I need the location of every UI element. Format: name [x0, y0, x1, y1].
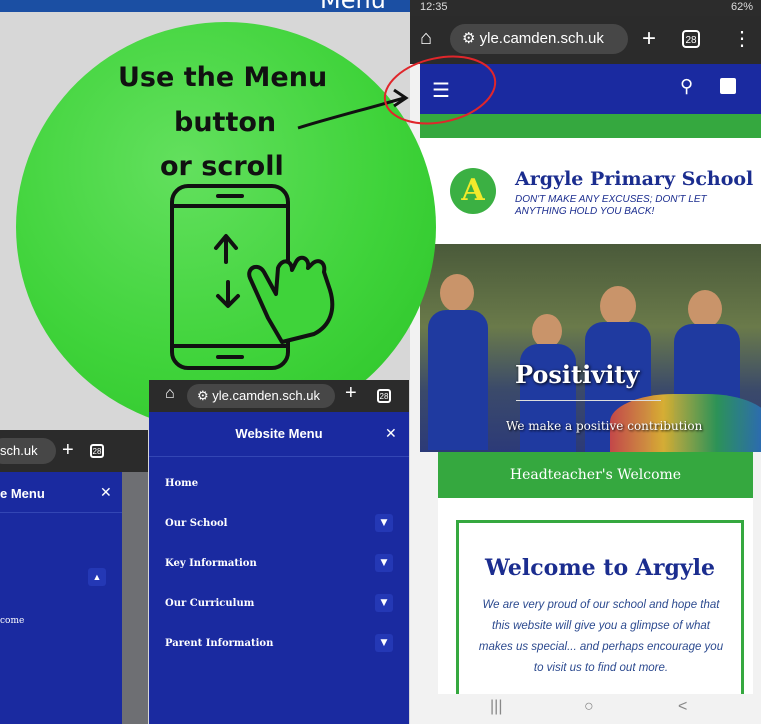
- school-logo[interactable]: A: [450, 168, 496, 214]
- menu-item-parent-information[interactable]: Parent Information ▼: [149, 626, 409, 664]
- status-bar: 12:35 62%: [410, 0, 761, 16]
- submenu-panel: e Menu ✕ ▲ come: [0, 472, 122, 724]
- menu-title: Website Menu: [235, 426, 323, 441]
- phone-screenshot-menu: ⌂ ⚙ yle.camden.sch.uk + 28 Website Menu …: [149, 380, 409, 724]
- instruction-line-2: button: [174, 107, 277, 138]
- chevron-down-icon[interactable]: ▼: [375, 594, 393, 612]
- home-button[interactable]: ○: [584, 698, 594, 716]
- welcome-box: Welcome to Argyle We are very proud of o…: [456, 520, 744, 700]
- home-icon[interactable]: ⌂: [165, 385, 175, 403]
- school-header: A Argyle Primary School DON'T MAKE ANY E…: [420, 138, 761, 244]
- address-bar-left[interactable]: sch.uk: [0, 438, 56, 464]
- hero-divider: [516, 400, 661, 401]
- new-tab-button[interactable]: +: [62, 439, 74, 462]
- instruction-line-3: or scroll: [160, 151, 284, 182]
- translate-icon[interactable]: [720, 78, 736, 94]
- browser-toolbar: ⌂ ⚙ yle.camden.sch.uk + 28 ⋮: [410, 16, 761, 64]
- hero-image: Positivity We make a positive contributi…: [420, 244, 761, 452]
- back-button[interactable]: <: [678, 698, 687, 716]
- headteacher-welcome-link[interactable]: Headteacher's Welcome: [438, 452, 753, 498]
- recents-button[interactable]: |||: [490, 698, 502, 716]
- welcome-section: Welcome to Argyle We are very proud of o…: [438, 498, 753, 700]
- menu-item-key-information[interactable]: Key Information ▼: [149, 546, 409, 584]
- tabs-icon[interactable]: 28: [90, 444, 104, 458]
- divider: [0, 512, 122, 513]
- hero-subtitle: We make a positive contribution: [506, 419, 703, 433]
- close-icon[interactable]: ✕: [100, 484, 112, 501]
- tabs-icon[interactable]: 28: [682, 30, 700, 48]
- android-nav-bar: ||| ○ <: [438, 694, 761, 724]
- welcome-title: Welcome to Argyle: [485, 555, 715, 581]
- chevron-down-icon[interactable]: ▼: [375, 554, 393, 572]
- banner-title: Menu: [320, 0, 386, 14]
- browser-toolbar-left: sch.uk + 28: [0, 430, 148, 472]
- home-icon[interactable]: ⌂: [420, 27, 432, 50]
- address-text: yle.camden.sch.uk: [212, 388, 320, 403]
- school-tagline: DON'T MAKE ANY EXCUSES; DON'T LET ANYTHI…: [515, 194, 707, 217]
- menu-item-our-curriculum[interactable]: Our Curriculum ▼: [149, 586, 409, 624]
- chevron-down-icon[interactable]: ▼: [375, 514, 393, 532]
- welcome-text: We are very proud of our school and hope…: [478, 599, 724, 674]
- tune-icon: ⚙: [462, 30, 480, 47]
- hamburger-icon[interactable]: ☰: [432, 78, 450, 103]
- submenu-item[interactable]: come: [0, 616, 24, 626]
- phone-screenshot-submenu: sch.uk + 28 e Menu ✕ ▲ come: [0, 430, 148, 724]
- menu-item-our-school[interactable]: Our School ▼: [149, 506, 409, 544]
- phone-screenshot-home: 12:35 62% ⌂ ⚙ yle.camden.sch.uk + 28 ⋮ ☰…: [410, 0, 761, 724]
- green-strip: [420, 114, 761, 138]
- new-tab-button[interactable]: +: [642, 25, 656, 53]
- address-bar[interactable]: ⚙ yle.camden.sch.uk: [450, 24, 628, 54]
- browser-toolbar-middle: ⌂ ⚙ yle.camden.sch.uk + 28: [149, 380, 409, 412]
- more-icon[interactable]: ⋮: [732, 26, 752, 51]
- chevron-down-icon[interactable]: ▼: [375, 634, 393, 652]
- new-tab-button[interactable]: +: [345, 382, 357, 405]
- chevron-up-icon[interactable]: ▲: [88, 568, 106, 586]
- hero-title: Positivity: [515, 360, 640, 389]
- tabs-icon[interactable]: 28: [377, 389, 391, 403]
- instruction-line-1: Use the Menu: [118, 62, 328, 93]
- close-icon[interactable]: ✕: [385, 425, 397, 442]
- tune-icon: ⚙: [197, 388, 213, 403]
- page-background: [122, 472, 148, 724]
- address-bar-middle[interactable]: ⚙ yle.camden.sch.uk: [187, 384, 335, 408]
- menu-title-partial: e Menu: [0, 486, 45, 501]
- address-text: yle.camden.sch.uk: [479, 30, 604, 47]
- menu-item-home[interactable]: Home: [149, 466, 409, 504]
- status-time: 12:35: [420, 1, 448, 13]
- status-battery: 62%: [730, 1, 753, 13]
- school-name: Argyle Primary School: [515, 168, 754, 190]
- menu-header: Website Menu ✕: [149, 412, 409, 457]
- site-navbar: ☰ ⚲: [420, 64, 761, 114]
- search-icon[interactable]: ⚲: [680, 76, 693, 97]
